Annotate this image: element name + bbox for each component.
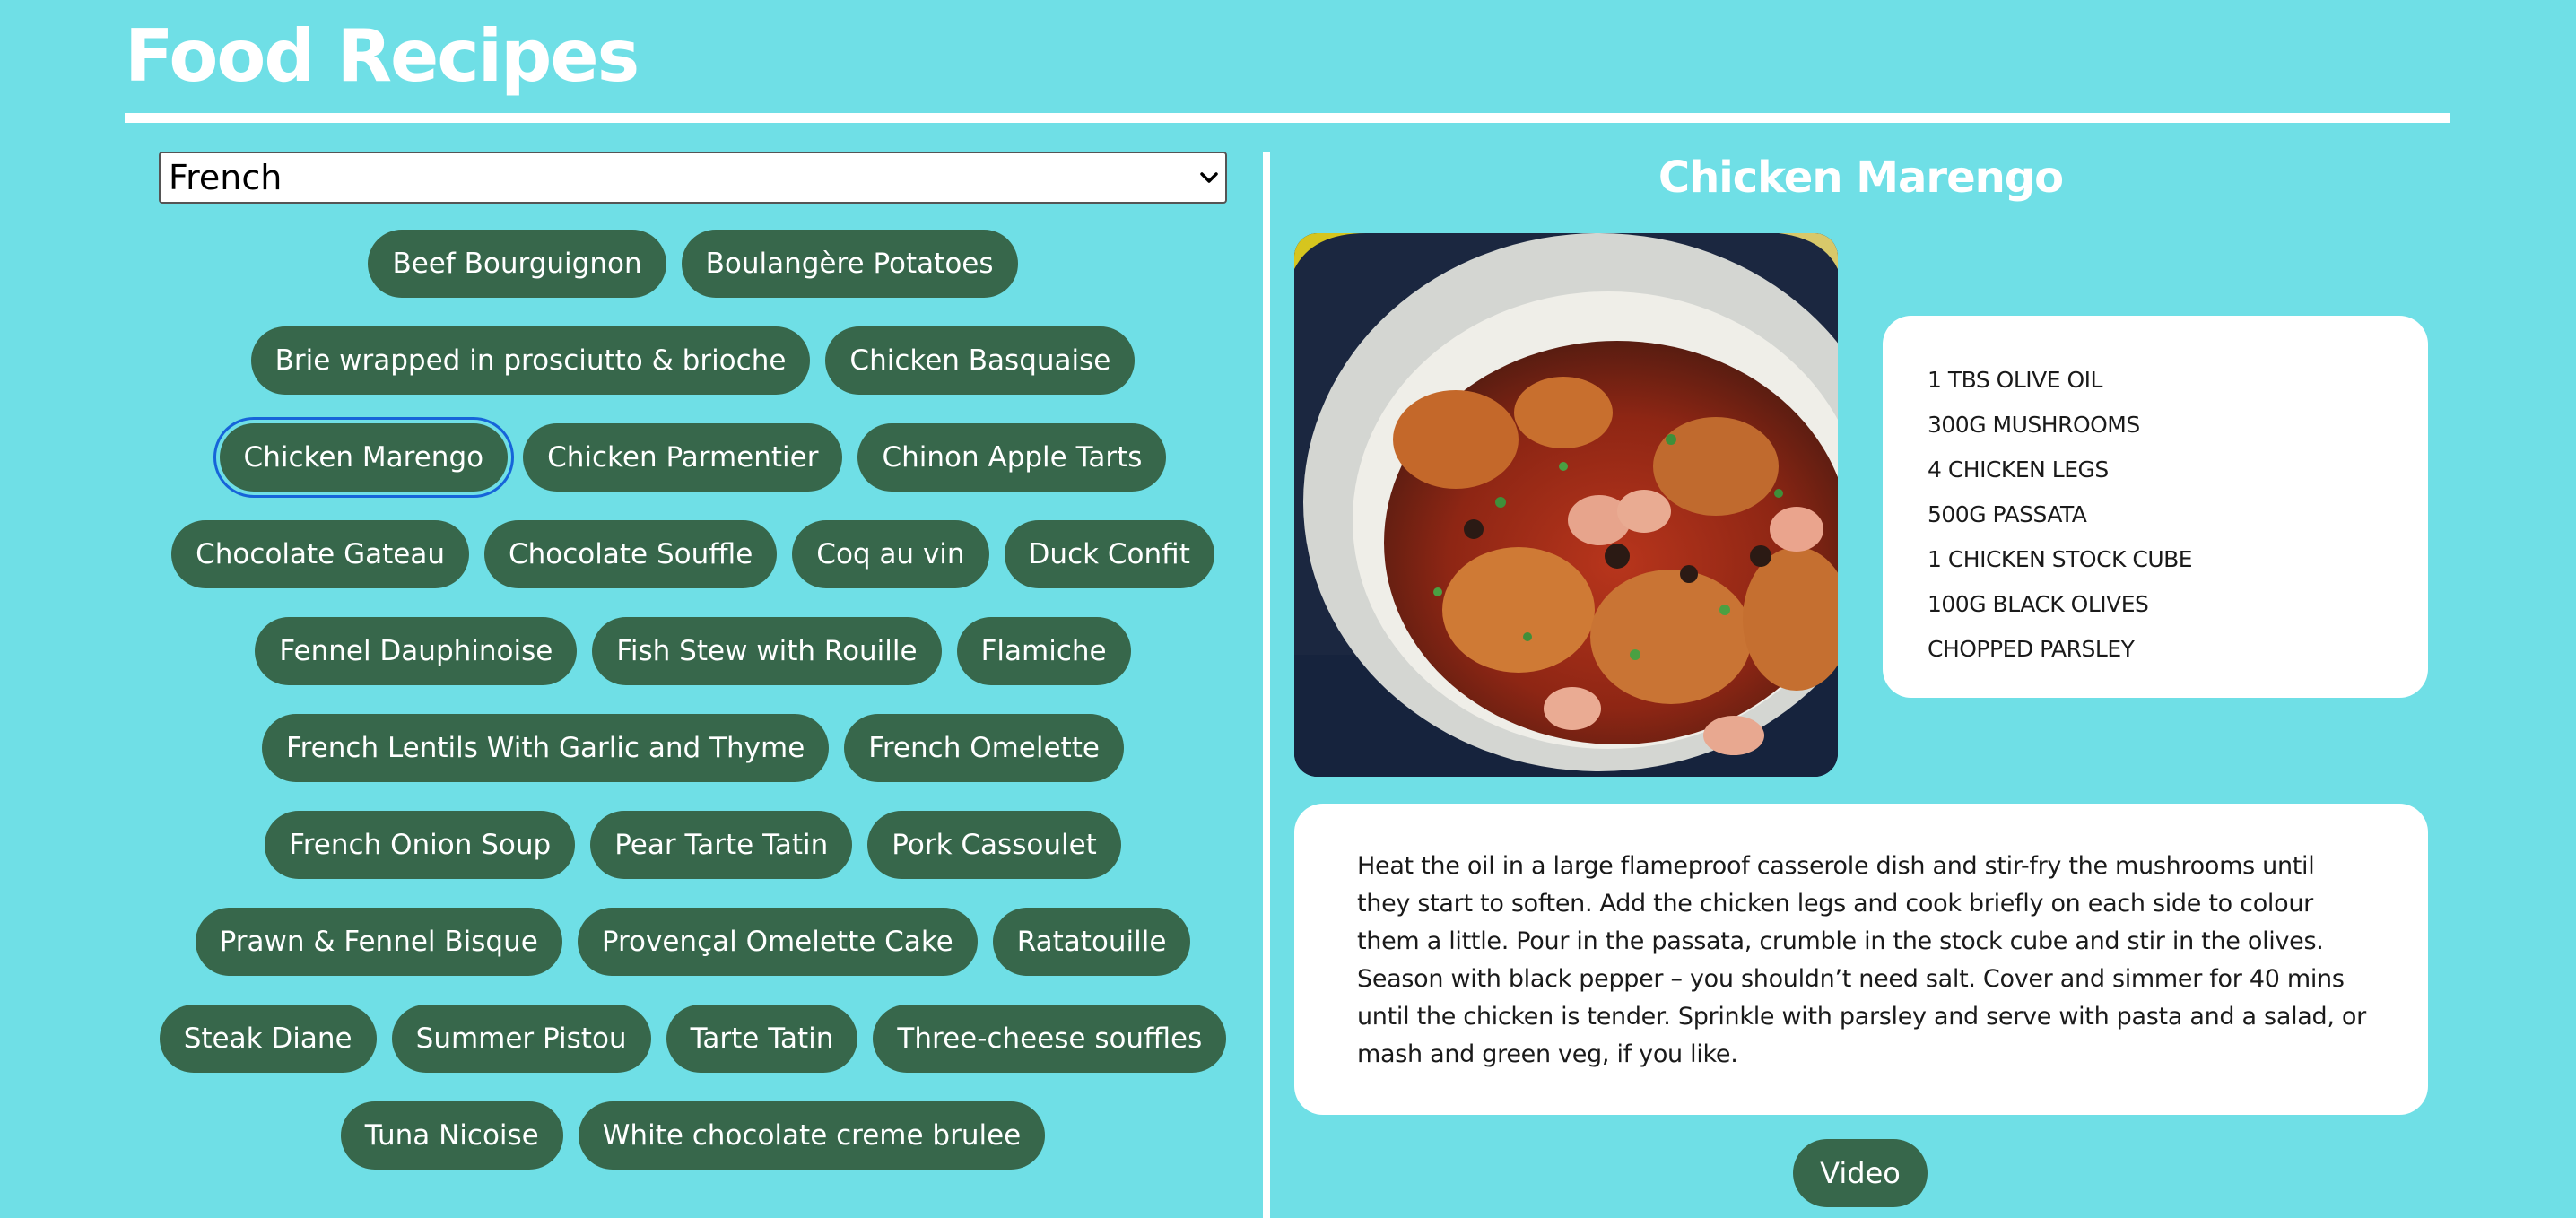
- recipe-button[interactable]: Pear Tarte Tatin: [590, 811, 853, 879]
- method-text: Heat the oil in a large flameproof casse…: [1357, 852, 2366, 1068]
- recipe-button[interactable]: Boulangère Potatoes: [681, 230, 1018, 298]
- ingredient-item: CHOPPED PARSLEY: [1928, 636, 2135, 662]
- method-card: Heat the oil in a large flameproof casse…: [1294, 804, 2428, 1115]
- recipe-button[interactable]: Duck Confit: [1004, 520, 1214, 588]
- recipe-button[interactable]: Prawn & Fennel Bisque: [195, 908, 562, 976]
- chevron-down-icon: [1193, 153, 1225, 202]
- recipe-button[interactable]: Coq au vin: [792, 520, 989, 588]
- page-title: Food Recipes: [125, 14, 640, 98]
- recipe-button[interactable]: Beef Bourguignon: [368, 230, 666, 298]
- recipe-button[interactable]: Chicken Parmentier: [523, 423, 843, 492]
- recipe-button[interactable]: Pork Cassoulet: [867, 811, 1121, 879]
- ingredient-item: 500G PASSATA: [1928, 501, 2087, 527]
- recipe-title: Chicken Marengo: [1658, 152, 2064, 203]
- recipe-button[interactable]: Ratatouille: [992, 908, 1191, 976]
- recipe-button[interactable]: Chocolate Gateau: [171, 520, 469, 588]
- recipe-photo: [1294, 233, 1838, 777]
- recipe-button[interactable]: Tarte Tatin: [666, 1005, 858, 1073]
- header-divider: [125, 113, 2450, 123]
- recipe-button[interactable]: Chinon Apple Tarts: [857, 423, 1167, 492]
- recipe-button[interactable]: Flamiche: [956, 617, 1131, 685]
- ingredients-card: 1 TBS OLIVE OIL 300G MUSHROOMS 4 CHICKEN…: [1883, 316, 2428, 698]
- recipe-button[interactable]: French Onion Soup: [265, 811, 576, 879]
- recipe-button[interactable]: Chicken Marengo: [213, 417, 515, 498]
- recipe-button[interactable]: Tuna Nicoise: [340, 1101, 563, 1170]
- ingredient-item: 100G BLACK OLIVES: [1928, 591, 2149, 617]
- recipe-button[interactable]: Chocolate Souffle: [484, 520, 778, 588]
- recipe-button[interactable]: Steak Diane: [159, 1005, 377, 1073]
- recipe-button[interactable]: Fish Stew with Rouille: [592, 617, 942, 685]
- recipe-button[interactable]: Brie wrapped in prosciutto & brioche: [250, 326, 811, 395]
- cuisine-select-value: French: [169, 158, 283, 197]
- ingredient-item: 1 CHICKEN STOCK CUBE: [1928, 546, 2193, 572]
- recipe-button[interactable]: Fennel Dauphinoise: [255, 617, 578, 685]
- recipe-button[interactable]: Summer Pistou: [391, 1005, 651, 1073]
- ingredient-item: 300G MUSHROOMS: [1928, 412, 2140, 438]
- column-divider: [1263, 152, 1270, 1218]
- recipe-button[interactable]: Provençal Omelette Cake: [577, 908, 978, 976]
- recipe-button[interactable]: Chicken Basquaise: [825, 326, 1136, 395]
- recipe-button[interactable]: White chocolate creme brulee: [578, 1101, 1046, 1170]
- recipe-list: Beef Bourguignon Boulangère Potatoes Brie …: [135, 230, 1251, 1170]
- ingredient-item: 1 TBS OLIVE OIL: [1928, 367, 2102, 393]
- ingredient-item: 4 CHICKEN LEGS: [1928, 457, 2109, 483]
- ingredients-list: 1 TBS OLIVE OIL 300G MUSHROOMS 4 CHICKEN…: [1928, 358, 2410, 672]
- cuisine-select[interactable]: French: [159, 152, 1227, 204]
- video-button[interactable]: Video: [1793, 1139, 1928, 1207]
- recipe-button[interactable]: French Lentils With Garlic and Thyme: [262, 714, 830, 782]
- recipe-button[interactable]: French Omelette: [844, 714, 1124, 782]
- recipe-button[interactable]: Three-cheese souffles: [873, 1005, 1227, 1073]
